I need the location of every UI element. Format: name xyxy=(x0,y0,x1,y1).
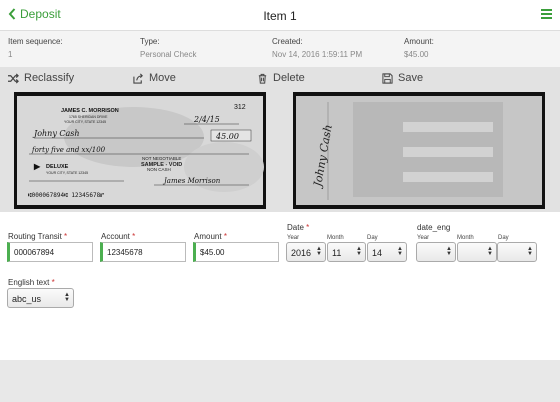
created-value: Nov 14, 2016 1:59:11 PM xyxy=(272,50,363,59)
check-void-3: NON CASH xyxy=(147,167,171,172)
required-mark: * xyxy=(306,223,310,232)
check-front-image[interactable]: 312 JAMES C. MORRISON 1765 SHERIDAN DRIV… xyxy=(14,92,266,209)
eng-month-select[interactable]: ▲ ▼ xyxy=(457,242,497,262)
date-eng-label: date_eng xyxy=(417,223,451,232)
check-name: JAMES C. MORRISON xyxy=(61,108,119,114)
day-value: 14 xyxy=(372,248,383,258)
reclassify-button[interactable]: Reclassify xyxy=(8,72,74,84)
select-arrows-icon: ▲ ▼ xyxy=(397,246,403,257)
bank-logo-icon: ▶ xyxy=(33,162,41,171)
delete-label: Delete xyxy=(273,72,305,84)
check-void-1: NOT NEGOTIABLE xyxy=(142,156,181,161)
english-text-select[interactable]: abc_us ▲ ▼ xyxy=(7,288,74,308)
amount-label-wrap: Amount * xyxy=(194,232,227,241)
amount-input[interactable]: $45.00 xyxy=(193,242,279,262)
day-select[interactable]: 14 ▲ ▼ xyxy=(367,242,407,262)
type-value: Personal Check xyxy=(140,50,197,59)
required-mark: * xyxy=(132,232,136,241)
move-button[interactable]: Move xyxy=(133,72,176,84)
top-bar: Deposit Item 1 xyxy=(0,0,560,31)
shuffle-icon xyxy=(8,72,19,84)
select-arrows-icon: ▲ ▼ xyxy=(316,246,322,257)
check-address-1: 1765 SHERIDAN DRIVE xyxy=(69,115,108,119)
trash-icon xyxy=(258,73,267,84)
account-input[interactable]: 12345678 xyxy=(100,242,186,262)
meta-sequence: Item sequence: 1 xyxy=(8,37,63,59)
check-bank-address: YOUR CITY, STATE 12345 xyxy=(46,171,88,175)
share-icon xyxy=(133,73,143,84)
check-back-drawing: Johny Cash xyxy=(296,96,542,205)
type-label: Type: xyxy=(140,37,160,46)
routing-label: Routing Transit xyxy=(8,232,62,241)
meta-type: Type: Personal Check xyxy=(140,37,196,59)
year-label: Year xyxy=(287,235,300,241)
check-signature: James Morrison xyxy=(162,177,221,185)
save-button[interactable]: Save xyxy=(382,72,423,84)
account-label-wrap: Account * xyxy=(101,232,135,241)
english-text-label: English text xyxy=(8,278,50,287)
check-amount: 45.00 xyxy=(215,132,239,141)
sequence-label: Item sequence: xyxy=(8,37,63,46)
english-text-label-wrap: English text * xyxy=(8,278,55,287)
select-arrows-icon: ▲ ▼ xyxy=(446,246,452,257)
reclassify-label: Reclassify xyxy=(24,72,75,84)
sequence-value: 1 xyxy=(8,50,13,59)
item-meta: Item sequence: 1 Type: Personal Check Cr… xyxy=(0,31,560,67)
check-date: 2/4/15 xyxy=(193,115,220,124)
year-value: 2016 xyxy=(291,248,312,258)
check-bank: DELUXE xyxy=(46,164,69,170)
page-title: Item 1 xyxy=(263,9,297,23)
save-label: Save xyxy=(398,72,424,84)
footer-area xyxy=(0,360,560,402)
month-select[interactable]: 11 ▲ ▼ xyxy=(327,242,366,262)
check-front-drawing: 312 JAMES C. MORRISON 1765 SHERIDAN DRIV… xyxy=(17,96,264,205)
required-mark: * xyxy=(64,232,68,241)
select-arrows-icon: ▲ ▼ xyxy=(487,246,493,257)
date-label-wrap: Date * xyxy=(287,223,309,232)
account-label: Account xyxy=(101,232,130,241)
check-address-2: YOUR CITY, STATE 12345 xyxy=(64,120,106,124)
month-value: 11 xyxy=(332,248,342,258)
check-back-image[interactable]: Johny Cash xyxy=(293,92,545,209)
month-label: Month xyxy=(327,235,344,241)
routing-label-wrap: Routing Transit * xyxy=(8,232,67,241)
eng-month-label: Month xyxy=(457,235,474,241)
check-micr: ⑆000067894⑆ 12345678⑈ xyxy=(28,192,104,199)
created-label: Created: xyxy=(272,37,303,46)
action-toolbar: Reclassify Move Delete Save xyxy=(0,72,560,88)
select-arrows-icon: ▲ ▼ xyxy=(64,292,70,303)
routing-transit-input[interactable]: 000067894 xyxy=(7,242,93,262)
date-label: Date xyxy=(287,223,304,232)
amount-label: Amount: xyxy=(404,37,434,46)
meta-created: Created: Nov 14, 2016 1:59:11 PM xyxy=(272,37,362,59)
eng-day-label: Day xyxy=(498,235,509,241)
check-payee: Johny Cash xyxy=(32,129,80,138)
move-label: Move xyxy=(149,72,176,84)
check-number: 312 xyxy=(234,104,246,111)
day-label: Day xyxy=(367,235,378,241)
check-words: forty five and xx/100 xyxy=(31,146,106,154)
required-mark: * xyxy=(223,232,227,241)
amount-value: $45.00 xyxy=(404,50,429,59)
eng-year-select[interactable]: ▲ ▼ xyxy=(416,242,456,262)
eng-year-label: Year xyxy=(417,235,430,241)
floppy-disk-icon xyxy=(382,72,393,84)
english-text-value: abc_us xyxy=(12,294,42,304)
hamburger-menu-icon[interactable] xyxy=(541,9,552,19)
year-select[interactable]: 2016 ▲ ▼ xyxy=(286,242,326,262)
delete-button[interactable]: Delete xyxy=(257,72,305,84)
select-arrows-icon: ▲ ▼ xyxy=(356,246,362,257)
select-arrows-icon: ▲ ▼ xyxy=(527,246,533,257)
amount-field-label: Amount xyxy=(194,232,222,241)
eng-day-select[interactable]: ▲ ▼ xyxy=(497,242,537,262)
meta-amount: Amount: $45.00 xyxy=(404,37,434,59)
data-entry-form: Routing Transit * 000067894 Account * 12… xyxy=(0,212,560,360)
required-mark: * xyxy=(51,278,55,287)
